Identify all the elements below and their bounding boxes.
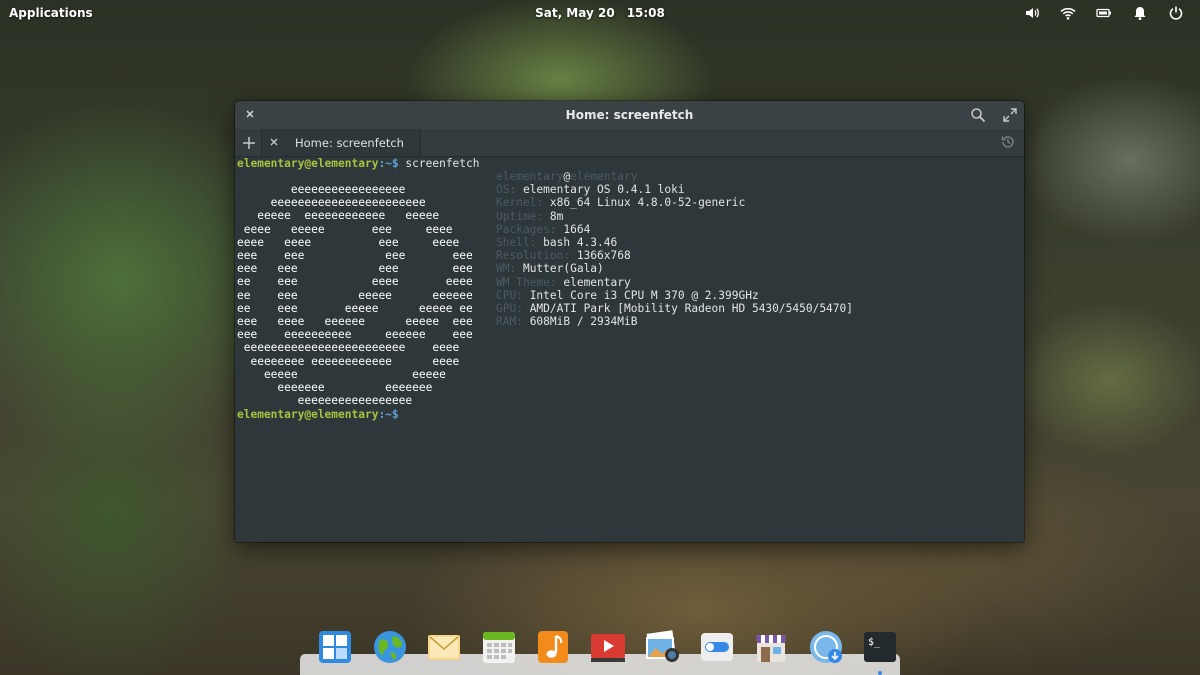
info-ram: RAM: 608MiB / 2934MiB — [496, 315, 638, 329]
info-header-user: elementary — [496, 170, 564, 183]
system-info: elementary@elementary OS: elementary OS 0… — [496, 170, 853, 328]
top-panel: Applications Sat, May 20 15:08 — [0, 0, 1200, 26]
info-shell: Shell: bash 4.3.46 — [496, 236, 618, 250]
terminal-output[interactable]: elementary@elementary:~$ screenfetch ele… — [235, 156, 1024, 542]
terminal-window[interactable]: Home: screenfetch Home: screenfetch elem… — [235, 101, 1024, 542]
new-tab-icon[interactable] — [239, 133, 259, 153]
maximize-icon[interactable] — [1002, 107, 1018, 123]
notifications-icon[interactable] — [1122, 3, 1158, 23]
system-settings-icon — [700, 633, 733, 661]
info-kernel: Kernel: x86_64 Linux 4.8.0-52-generic — [496, 196, 746, 210]
info-packages: Packages: 1664 — [496, 222, 591, 236]
info-resolution: Resolution: 1366x768 — [496, 249, 631, 263]
volume-icon[interactable] — [1014, 3, 1050, 23]
web-browser-icon — [373, 631, 406, 663]
dock-item-system-settings[interactable] — [690, 628, 745, 668]
dock-item-web-browser[interactable] — [363, 628, 418, 668]
history-icon[interactable] — [1000, 134, 1016, 150]
elementary-ascii-logo: eeeeeeeeeeeeeeeee eeeeeeeeeeeeeeeeeeeeee… — [237, 183, 473, 408]
command-text: screenfetch — [398, 157, 480, 170]
dock-item-mail[interactable] — [417, 628, 472, 668]
battery-icon[interactable] — [1086, 3, 1122, 23]
svg-text:$_: $_ — [868, 637, 881, 648]
mail-icon — [428, 635, 461, 660]
dock-item-photos[interactable] — [635, 628, 690, 668]
info-os: OS: elementary OS 0.4.1 loki — [496, 183, 685, 197]
dock-item-calendar[interactable] — [472, 628, 527, 668]
info-wm-theme: WM Theme: elementary — [496, 275, 631, 289]
indicator-area — [1014, 3, 1194, 23]
dock-item-software-updates[interactable] — [799, 628, 854, 668]
dock-item-terminal[interactable]: $_ — [853, 628, 908, 675]
tab-bar: Home: screenfetch — [235, 129, 1024, 157]
appcenter-icon — [756, 635, 787, 662]
close-tab-icon[interactable] — [268, 136, 280, 148]
prompt-line-current: elementary@elementary:~$ — [237, 408, 399, 421]
info-header-host: elementary — [570, 170, 638, 183]
dock: $_ — [308, 628, 908, 675]
dock-item-multitasking-view[interactable] — [308, 628, 363, 668]
prompt-user: elementary@elementary — [237, 157, 379, 170]
videos-icon — [590, 634, 625, 662]
power-icon[interactable] — [1158, 3, 1194, 23]
info-cpu: CPU: Intel Core i3 CPU M 370 @ 2.399GHz — [496, 288, 759, 302]
search-icon[interactable] — [970, 107, 986, 123]
info-wm: WM: Mutter(Gala) — [496, 262, 604, 276]
terminal-icon: $_ — [864, 632, 897, 662]
wifi-icon[interactable] — [1050, 3, 1086, 23]
window-title: Home: screenfetch — [565, 108, 694, 122]
dock-item-videos[interactable] — [581, 628, 636, 668]
tab-home-screenfetch[interactable]: Home: screenfetch — [261, 129, 421, 156]
info-gpu: GPU: AMD/ATI Park [Mobility Radeon HD 54… — [496, 302, 853, 316]
photos-icon — [646, 630, 680, 662]
tab-label: Home: screenfetch — [295, 136, 404, 150]
dock-item-appcenter[interactable] — [744, 628, 799, 668]
music-icon — [538, 631, 569, 663]
window-titlebar[interactable]: Home: screenfetch — [235, 101, 1024, 129]
info-uptime: Uptime: 8m — [496, 209, 564, 223]
clock-date: Sat, May 20 — [535, 6, 615, 20]
dock-item-music[interactable] — [526, 628, 581, 668]
prompt-line-command: elementary@elementary:~$ screenfetch — [237, 157, 480, 170]
clock-time: 15:08 — [626, 6, 665, 20]
calendar-icon — [482, 632, 515, 663]
software-updates-icon — [809, 631, 842, 663]
info-header: elementary@elementary — [496, 170, 853, 183]
prompt-path: :~$ — [378, 157, 399, 170]
multitasking-view-icon — [319, 631, 352, 663]
